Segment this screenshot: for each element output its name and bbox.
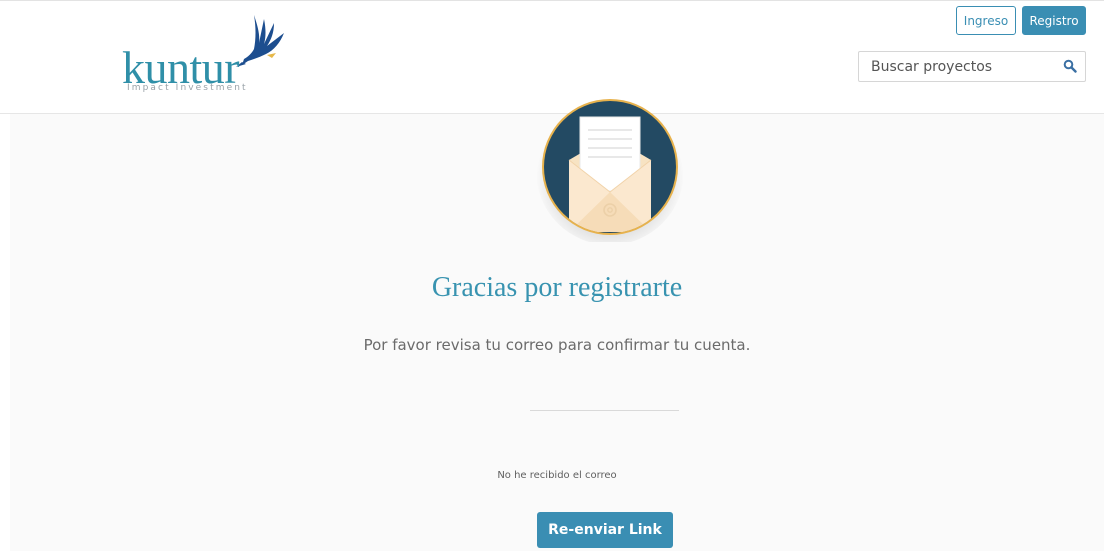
- search-input[interactable]: [859, 52, 1049, 81]
- divider: [530, 410, 679, 411]
- search-icon[interactable]: [1063, 59, 1077, 73]
- resend-link-button[interactable]: Re-enviar Link: [537, 512, 673, 548]
- login-button[interactable]: Ingreso: [956, 6, 1016, 35]
- register-button[interactable]: Registro: [1022, 6, 1086, 35]
- search-box: [858, 51, 1086, 82]
- not-received-text: No he recibido el correo: [497, 470, 617, 481]
- kuntur-logo[interactable]: kuntur Impact Investment: [122, 13, 302, 99]
- condor-bird-icon: [236, 15, 284, 67]
- logo-tagline: Impact Investment: [127, 83, 248, 93]
- confirmation-message: Por favor revisa tu correo para confirma…: [363, 336, 751, 354]
- confirmation-panel: Gracias por registrarte Por favor revisa…: [0, 97, 1104, 551]
- page-title: Gracias por registrarte: [431, 272, 683, 303]
- envelope-icon: [536, 97, 684, 242]
